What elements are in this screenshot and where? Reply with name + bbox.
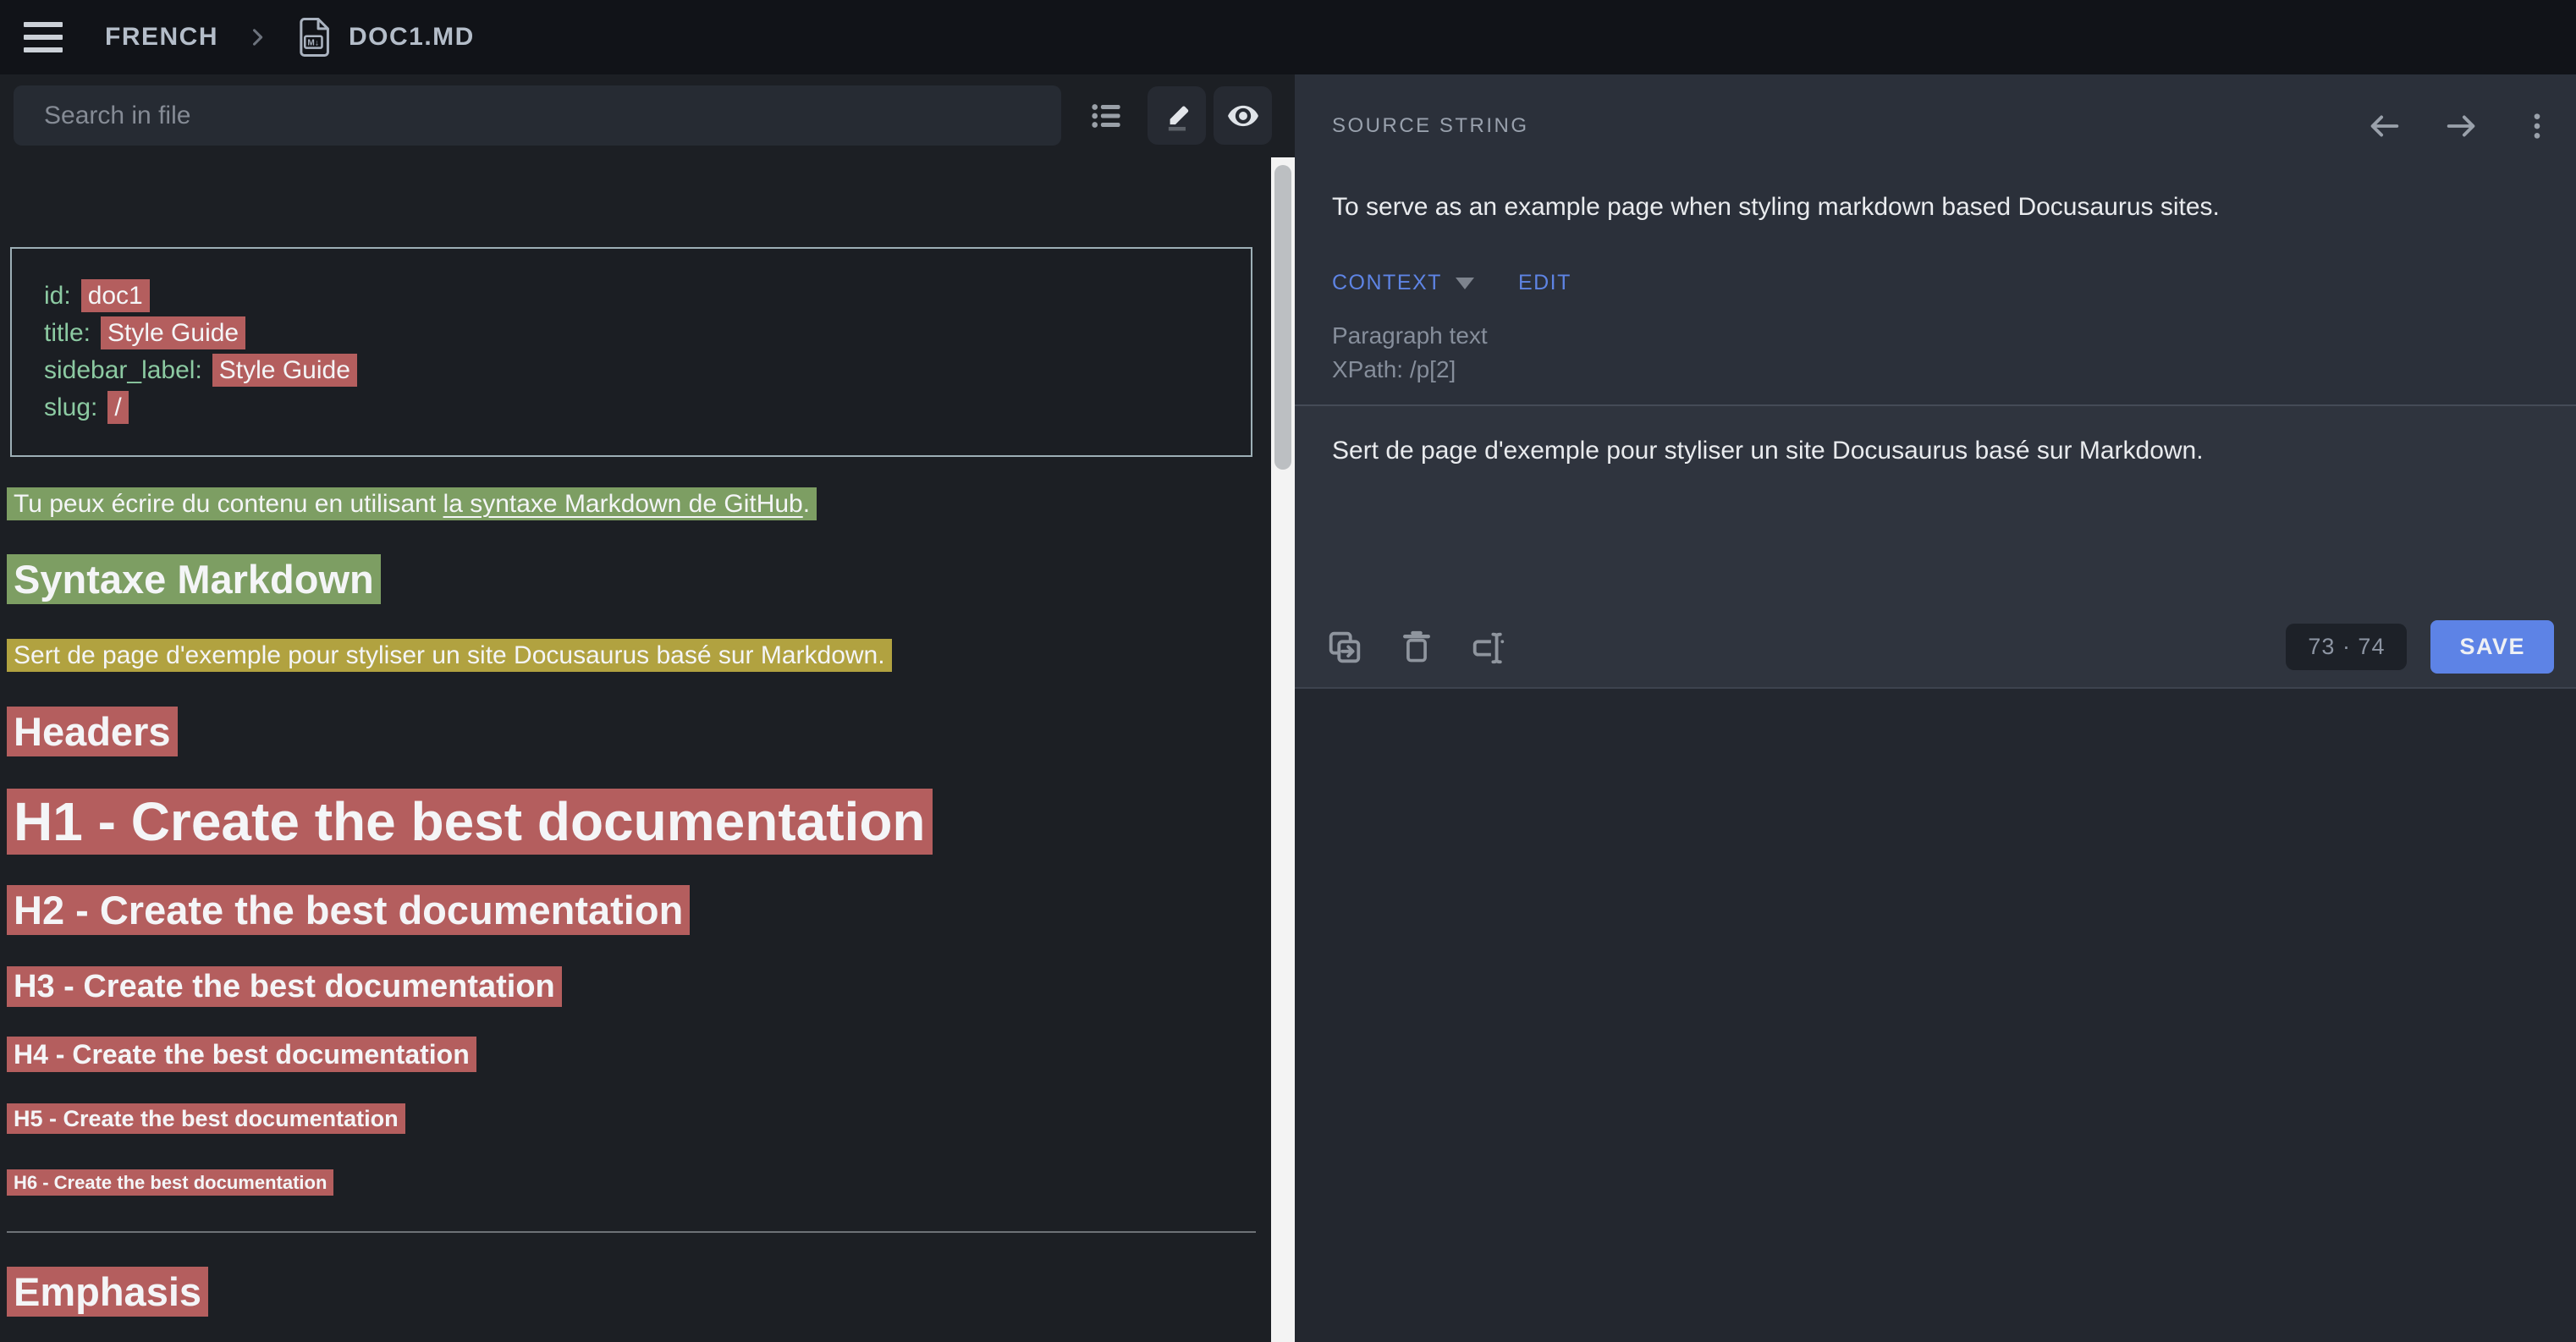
doc-string[interactable]: H4 - Create the best documentation xyxy=(7,1037,476,1072)
doc-paragraph-intro: Tu peux écrire du contenu en utilisant l… xyxy=(7,487,1256,522)
doc-string[interactable]: H2 - Create the best documentation xyxy=(7,885,690,935)
doc-h6: H6 - Create the best documentation xyxy=(7,1171,1256,1195)
char-count-badge: 73 · 74 xyxy=(2286,624,2407,670)
frontmatter-box: id: doc1 title: Style Guide sidebar_label:… xyxy=(10,247,1252,457)
preview-mode-button[interactable] xyxy=(1214,86,1272,145)
edit-context-link[interactable]: EDIT xyxy=(1518,271,1571,295)
doc-h3: H3 - Create the best documentation xyxy=(7,967,1256,1008)
context-xpath: XPath: /p[2] xyxy=(1332,353,2554,387)
arrow-left-icon xyxy=(2364,107,2403,146)
insert-placeholder-button[interactable] xyxy=(1469,628,1508,667)
breadcrumb-file[interactable]: DOC1.MD xyxy=(349,23,475,52)
doc-string[interactable]: / xyxy=(107,391,128,424)
top-bar: FRENCH M↓ DOC1.MD xyxy=(0,0,2576,74)
source-string-label: SOURCE STRING xyxy=(1332,114,1529,138)
doc-h2-syntaxe-markdown: Syntaxe Markdown xyxy=(7,555,1256,605)
translation-text[interactable]: Sert de page d'exemple pour styliser un … xyxy=(1332,437,2554,465)
doc-h4: H4 - Create the best documentation xyxy=(7,1037,1256,1071)
doc-string[interactable]: Headers xyxy=(7,707,178,756)
edit-mode-button[interactable] xyxy=(1148,86,1206,145)
frontmatter-row: sidebar_label: Style Guide xyxy=(44,352,1219,389)
doc-divider xyxy=(7,1231,1256,1233)
svg-text:M↓: M↓ xyxy=(307,38,318,47)
frontmatter-row: id: doc1 xyxy=(44,278,1219,315)
frontmatter-row: title: Style Guide xyxy=(44,315,1219,352)
arrow-right-icon xyxy=(2442,107,2481,146)
doc-h5: H5 - Create the best documentation xyxy=(7,1105,1256,1134)
frontmatter-key: sidebar_label: xyxy=(44,356,202,384)
text-cursor-box-icon xyxy=(1469,628,1508,667)
doc-string[interactable]: Syntaxe Markdown xyxy=(7,554,381,604)
doc-h2-headers: Headers xyxy=(7,707,1256,757)
breadcrumb-project[interactable]: FRENCH xyxy=(105,23,218,52)
frontmatter-key: id: xyxy=(44,282,71,310)
doc-h2: H2 - Create the best documentation xyxy=(7,886,1256,936)
doc-h1: H1 - Create the best documentation xyxy=(7,788,1256,855)
doc-string[interactable]: Style Guide xyxy=(212,354,357,387)
string-list-button[interactable] xyxy=(1076,86,1135,145)
next-string-button[interactable] xyxy=(2442,107,2481,146)
copy-source-icon xyxy=(1325,628,1364,667)
doc-string[interactable]: H5 - Create the best documentation xyxy=(7,1103,405,1134)
eye-icon xyxy=(1225,97,1262,135)
delete-translation-button[interactable] xyxy=(1398,629,1435,666)
doc-paragraph-selected: Sert de page d'exemple pour styliser un … xyxy=(7,638,1256,674)
previous-string-button[interactable] xyxy=(2364,107,2403,146)
context-link[interactable]: CONTEXT xyxy=(1332,271,1442,295)
source-string-section: SOURCE STRING To s xyxy=(1295,74,2576,387)
trash-icon xyxy=(1398,629,1435,666)
context-dropdown-icon[interactable] xyxy=(1456,278,1474,289)
pencil-icon xyxy=(1159,98,1195,134)
document-panel: id: doc1 title: Style Guide sidebar_label:… xyxy=(0,74,1271,1342)
doc-string[interactable]: Emphasis xyxy=(7,1267,208,1317)
scrollbar-track[interactable] xyxy=(1271,157,1295,1342)
search-input[interactable] xyxy=(14,85,1061,146)
frontmatter-key: title: xyxy=(44,319,91,347)
source-string-card: SOURCE STRING To s xyxy=(1295,74,2576,689)
editor-toolbar: 73 · 74 SAVE xyxy=(1325,620,2554,674)
search-row xyxy=(0,74,1271,157)
doc-string-selected[interactable]: Sert de page d'exemple pour styliser un … xyxy=(7,639,892,672)
document-content: id: doc1 title: Style Guide sidebar_label:… xyxy=(0,232,1271,1342)
doc-link[interactable]: la syntaxe Markdown de GitHub xyxy=(443,490,803,518)
doc-string[interactable]: Style Guide xyxy=(101,316,245,349)
bullet-list-icon xyxy=(1087,98,1126,134)
doc-string[interactable]: H6 - Create the best documentation xyxy=(7,1169,333,1196)
context-type: Paragraph text xyxy=(1332,319,2554,353)
doc-string[interactable]: doc1 xyxy=(81,279,150,312)
frontmatter-key: slug: xyxy=(44,393,97,421)
doc-string[interactable]: H1 - Create the best documentation xyxy=(7,789,933,855)
translation-editor[interactable]: Sert de page d'exemple pour styliser un … xyxy=(1295,404,2576,687)
doc-string[interactable]: Tu peux écrire du contenu en utilisant l… xyxy=(7,487,817,520)
doc-h2-emphasis: Emphasis xyxy=(7,1268,1256,1317)
source-string-text: To serve as an example page when styling… xyxy=(1332,193,2554,222)
scrollbar-thumb[interactable] xyxy=(1274,165,1291,470)
markdown-file-icon: M↓ xyxy=(298,17,330,58)
frontmatter-row: slug: / xyxy=(44,389,1219,426)
save-button[interactable]: SAVE xyxy=(2430,620,2554,674)
kebab-menu-icon xyxy=(2520,109,2554,143)
copy-source-button[interactable] xyxy=(1325,628,1364,667)
hamburger-menu-button[interactable] xyxy=(24,22,63,52)
more-options-button[interactable] xyxy=(2520,109,2554,143)
chevron-right-icon xyxy=(245,25,269,49)
hamburger-menu-icon xyxy=(24,22,63,27)
breadcrumb-file-chip: M↓ DOC1.MD xyxy=(298,17,475,58)
doc-string[interactable]: H3 - Create the best documentation xyxy=(7,966,562,1007)
translation-panel: SOURCE STRING To s xyxy=(1295,74,2576,1342)
